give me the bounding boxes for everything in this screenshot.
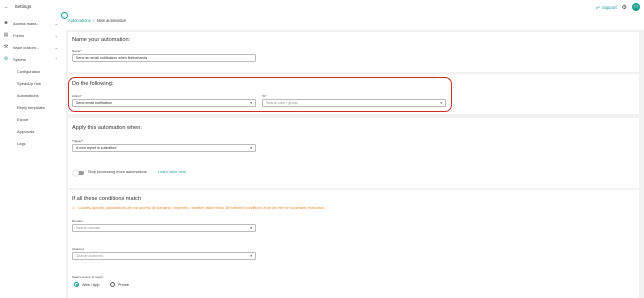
channel-select[interactable]: Search channels ▾ (72, 252, 256, 260)
sidebar-item-label: Issue custom... (13, 44, 40, 50)
sidebar-subitem-automations[interactable]: Automations (17, 93, 39, 98)
sidebar-item-label: Access mana... (13, 20, 40, 26)
sidebar-subitem-approvals[interactable]: Approvals (17, 129, 34, 134)
domain-select[interactable]: Search domain ▾ (72, 224, 256, 232)
trigger-label: Trigger* (72, 139, 83, 143)
gear-icon: ⚙ (3, 56, 9, 62)
chevron-down-icon: ⌄ (54, 32, 58, 38)
conditions-card: If all these conditions match ⚠ Country-… (68, 190, 639, 298)
support-icon: ☍ (595, 4, 600, 10)
chevron-down-icon: ⌄ (54, 20, 58, 26)
sidebar-subitem-export[interactable]: Export (17, 117, 28, 122)
name-label: Name* (72, 49, 82, 53)
sidebar-item-system[interactable]: ⚙ System ⌃ (0, 54, 62, 64)
stop-processing-label: Stop processing more automations (88, 170, 147, 174)
wrench-icon: ⚒ (3, 44, 9, 50)
dropdown-arrow-icon: ▾ (250, 254, 252, 258)
top-right-actions: ☍ Support ⚙ TT (596, 3, 640, 11)
back-arrow-icon: ← (4, 4, 9, 9)
dropdown-arrow-icon: ▾ (250, 146, 252, 150)
sidebar-item-forms[interactable]: ▤ Forms ⌄ (0, 30, 62, 40)
trigger-select[interactable]: A new report is submitted ▾ (72, 144, 256, 152)
back-to-settings[interactable]: ← Settings (4, 4, 31, 9)
conditions-warning: ⚠ Country-specific automations will not … (72, 206, 325, 210)
chevron-down-icon: ⌄ (54, 44, 58, 50)
name-card: Name your automation: Name* Send an emai… (68, 32, 639, 72)
domain-label: Domain (72, 219, 83, 223)
collapse-sidebar-icon[interactable]: ‹ (61, 12, 68, 19)
dropdown-arrow-icon: ▾ (250, 226, 252, 230)
warning-text: Country-specific automations will not ac… (78, 206, 325, 210)
warning-icon: ⚠ (72, 206, 76, 210)
sidebar-subitem-reply-templates[interactable]: Reply templates (17, 105, 45, 110)
breadcrumb: Automations › New automation (68, 18, 126, 23)
sidebar-item-label: System (13, 56, 26, 62)
radio-selected-icon (74, 282, 79, 287)
top-bar (62, 0, 644, 30)
chevron-up-icon: ⌃ (54, 56, 58, 62)
sidebar-item-issue-customization[interactable]: ⚒ Issue custom... ⌄ (0, 42, 62, 52)
sidebar: ← Settings ☻ Access mana... ⌄ ▤ Forms ⌄ … (0, 0, 62, 298)
sidebar-item-label: Forms (13, 32, 25, 38)
channel-label: Channel (72, 247, 84, 251)
stop-processing-toggle[interactable] (73, 170, 84, 176)
source-label: Select source of report (72, 275, 104, 279)
breadcrumb-automations[interactable]: Automations (68, 18, 91, 23)
sidebar-subitem-configuration[interactable]: Configuration (17, 69, 40, 74)
domain-placeholder: Search domain (76, 226, 101, 230)
person-icon: ☻ (3, 20, 9, 26)
trigger-section-title: Apply this automation when: (72, 125, 142, 131)
source-option-label: Phone (118, 282, 129, 287)
source-radio-phone[interactable]: Phone (110, 282, 129, 287)
learn-more-link[interactable]: Learn more here (158, 170, 186, 174)
automation-name-input[interactable]: Send an email notification when Netherla… (72, 54, 256, 62)
avatar[interactable]: TT (632, 3, 640, 11)
back-label: Settings (14, 4, 32, 9)
channel-placeholder: Search channels (76, 254, 103, 258)
sidebar-item-access-management[interactable]: ☻ Access mana... ⌄ (0, 18, 62, 28)
trigger-card: Apply this automation when: Trigger* A n… (68, 118, 639, 188)
conditions-section-title: If all these conditions match (72, 196, 142, 202)
support-label: Support (601, 4, 617, 10)
sidebar-subitem-logs[interactable]: Logs (17, 141, 25, 146)
radio-unselected-icon (110, 282, 115, 287)
source-radio-web-app[interactable]: Web / App (74, 282, 99, 287)
breadcrumb-current: New automation (96, 18, 127, 23)
document-icon: ▤ (3, 32, 9, 38)
sidebar-subitem-speakup-hub[interactable]: SpeakUp Hub (17, 81, 41, 86)
highlight-annotation (68, 77, 452, 112)
trigger-select-value: A new report is submitted (76, 146, 117, 150)
settings-gear-icon[interactable]: ⚙ (622, 4, 627, 11)
name-section-title: Name your automation: (72, 37, 131, 43)
support-link[interactable]: ☍ Support (596, 5, 617, 10)
source-option-label: Web / App (82, 282, 100, 287)
breadcrumb-separator-icon: › (91, 18, 96, 23)
